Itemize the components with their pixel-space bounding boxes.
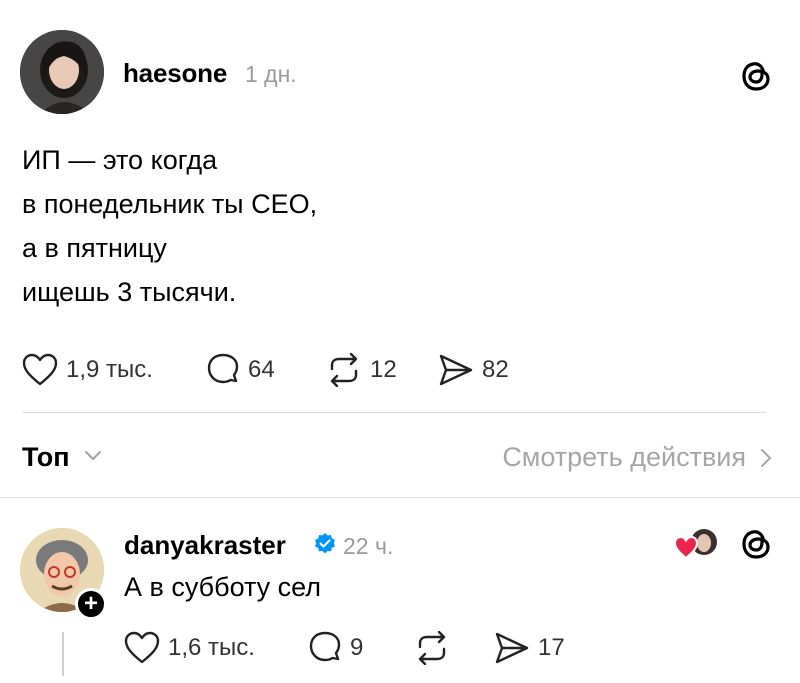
sort-dropdown-label[interactable]: Топ [22, 442, 70, 473]
paper-plane-icon [439, 354, 473, 386]
reply-author-username[interactable]: danyakraster [124, 530, 286, 561]
post-text-line: ищешь 3 тысячи. [22, 277, 237, 307]
repost-arrows-icon [418, 631, 446, 665]
post-header: haesone 1 дн. [20, 30, 780, 116]
verified-badge-icon [315, 533, 335, 554]
speech-bubble-icon [309, 631, 341, 662]
reply-share-count: 17 [538, 634, 565, 661]
reply-comment-button[interactable]: 9 [308, 630, 363, 666]
view-activity-link[interactable]: Смотреть действия [502, 442, 772, 473]
threads-logo-icon[interactable] [740, 58, 772, 94]
heart-outline-icon [22, 353, 58, 386]
comment-count: 64 [248, 356, 275, 383]
chevron-down-icon[interactable] [84, 450, 102, 462]
reply-like-button[interactable]: 1,6 тыс. [124, 630, 255, 666]
post-body: ИП — это когда в понедельник ты CEO, а в… [22, 138, 317, 314]
post-text-line: ИП — это когда [22, 145, 218, 175]
post-time: 1 дн. [245, 61, 297, 87]
repost-count: 12 [370, 356, 397, 383]
replies-sort-row: Топ Смотреть действия [22, 438, 772, 478]
reply-time: 22 ч. [343, 533, 394, 559]
repost-button[interactable]: 12 [326, 352, 397, 388]
reply-like-count: 1,6 тыс. [168, 634, 255, 661]
author-avatar[interactable] [20, 30, 104, 114]
like-count: 1,9 тыс. [66, 356, 153, 383]
view-activity-label: Смотреть действия [502, 442, 746, 472]
share-count: 82 [482, 356, 509, 383]
thread-connector-line [62, 632, 64, 676]
reply-item: + danyakraster 22 ч. А в субботу сел 1,6… [20, 520, 780, 680]
divider [0, 497, 800, 498]
reply-repost-button[interactable] [414, 630, 450, 666]
avatar-image [20, 30, 104, 114]
comment-button[interactable]: 64 [206, 352, 275, 388]
post-text-line: а в пятницу [22, 233, 167, 263]
speech-bubble-icon [207, 353, 239, 384]
reply-comment-count: 9 [350, 634, 364, 661]
divider [22, 412, 766, 413]
heart-avatar-icon [673, 529, 717, 560]
post-text-line: в понедельник ты CEO, [22, 189, 318, 219]
follow-button[interactable]: + [75, 588, 107, 620]
reply-share-button[interactable]: 17 [494, 630, 565, 666]
heart-outline-icon [124, 631, 160, 664]
reply-actions: 1,6 тыс. 9 17 [124, 630, 724, 666]
post-actions: 1,9 тыс. 64 12 82 [22, 352, 722, 388]
paper-plane-icon [495, 632, 529, 664]
like-button[interactable]: 1,9 тыс. [22, 352, 153, 388]
repost-arrows-icon [330, 353, 358, 387]
threads-logo-icon[interactable] [740, 526, 772, 562]
share-button[interactable]: 82 [438, 352, 509, 388]
reply-text: А в субботу сел [124, 572, 322, 602]
liked-by-author-indicator [673, 526, 720, 562]
author-username[interactable]: haesone [123, 58, 227, 89]
chevron-right-icon [761, 448, 772, 467]
